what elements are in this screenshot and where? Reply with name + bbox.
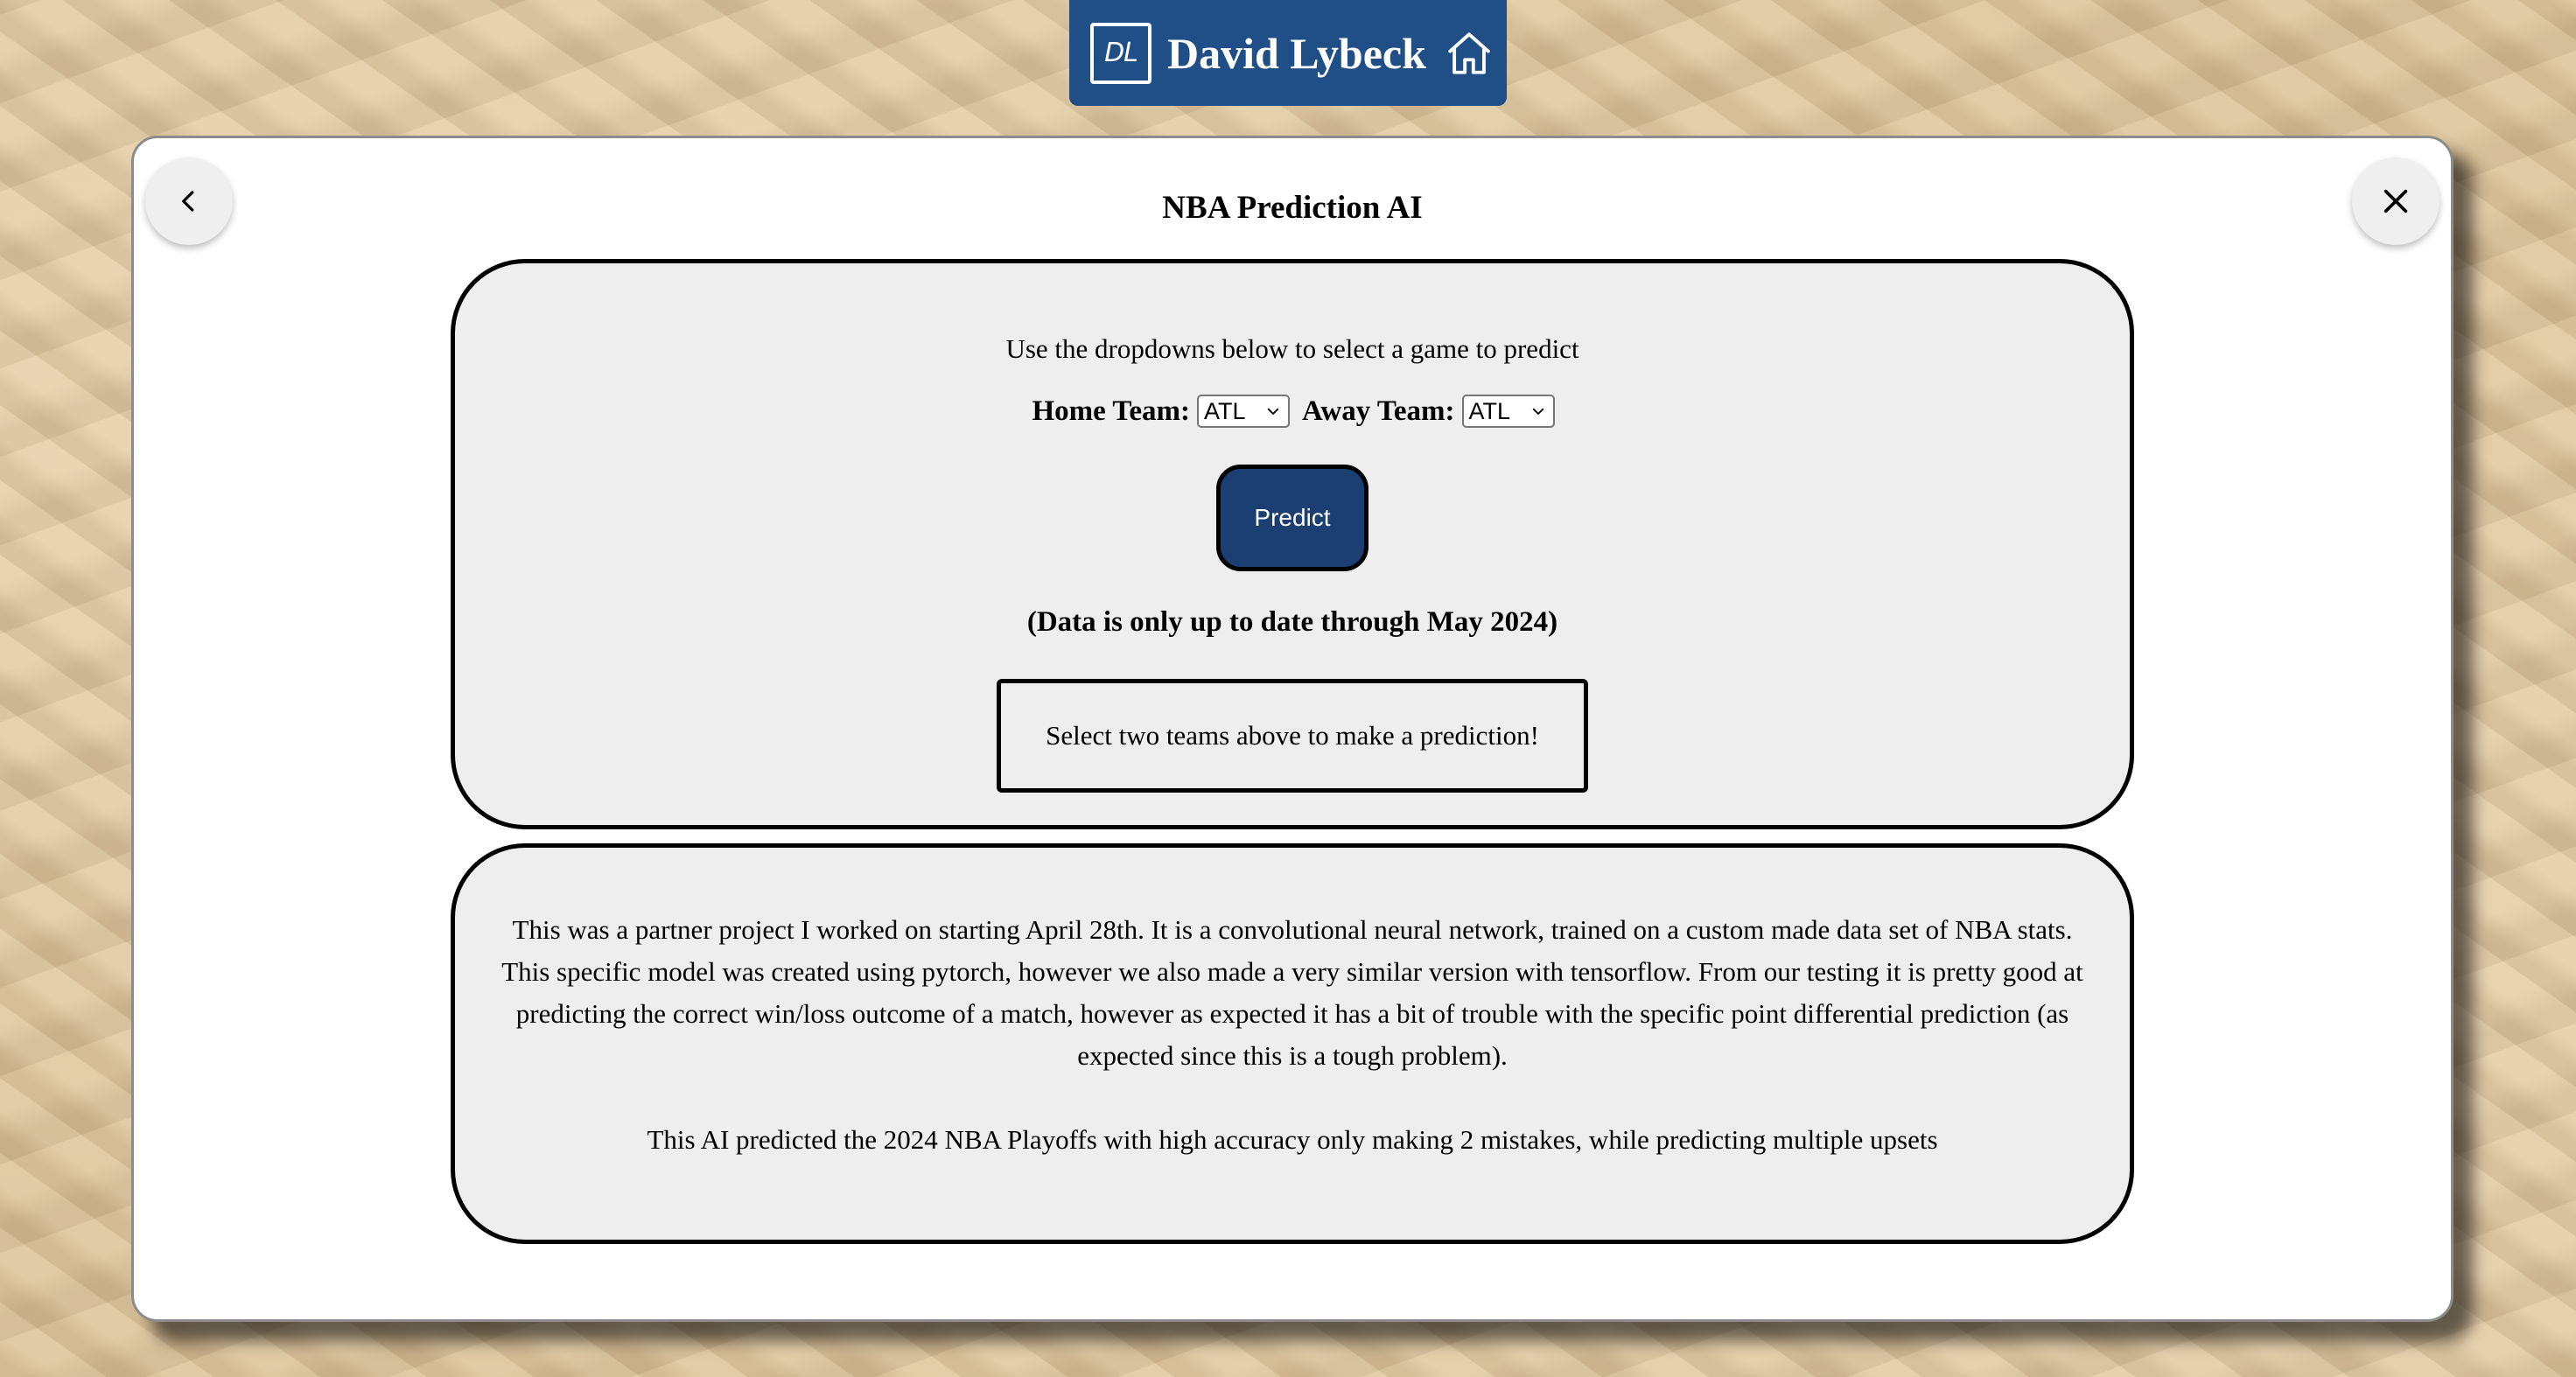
away-team-label: Away Team: [1302,395,1455,427]
prediction-result-text: Select two teams above to make a predict… [1046,720,1539,751]
description-paragraph: This AI predicted the 2024 NBA Playoffs … [647,1124,1938,1155]
chevron-down-icon [1532,408,1544,415]
home-team-value: ATL [1204,397,1246,424]
data-note: (Data is only up to date through May 202… [1026,606,1558,638]
home-icon[interactable] [1442,26,1496,80]
project-modal: NBA Prediction AI Use the dropdowns belo… [131,136,2454,1322]
away-team-select[interactable]: ATL [1461,395,1555,428]
prediction-card: Use the dropdowns below to select a game… [451,259,2134,829]
site-title: David Lybeck [1167,28,1426,78]
predict-button[interactable]: Predict [1216,465,1368,571]
page-title: NBA Prediction AI [1162,190,1423,226]
instructions-text: Use the dropdowns below to select a game… [1005,333,1579,364]
home-team-label: Home Team: [1032,395,1191,427]
team-selectors: Home Team: ATL Away Team: ATL [455,395,2130,428]
description-text: This was a partner project I worked on s… [486,909,2098,1203]
dl-logo: DL [1090,22,1152,84]
site-header-brand[interactable]: DL David Lybeck [1069,0,1507,106]
chevron-down-icon [1267,408,1279,415]
home-team-select[interactable]: ATL [1197,395,1291,428]
description-paragraph: This was a partner project I worked on s… [501,914,2083,1071]
away-team-value: ATL [1468,397,1511,424]
description-card: This was a partner project I worked on s… [451,843,2134,1244]
prediction-result: Select two teams above to make a predict… [997,679,1588,793]
